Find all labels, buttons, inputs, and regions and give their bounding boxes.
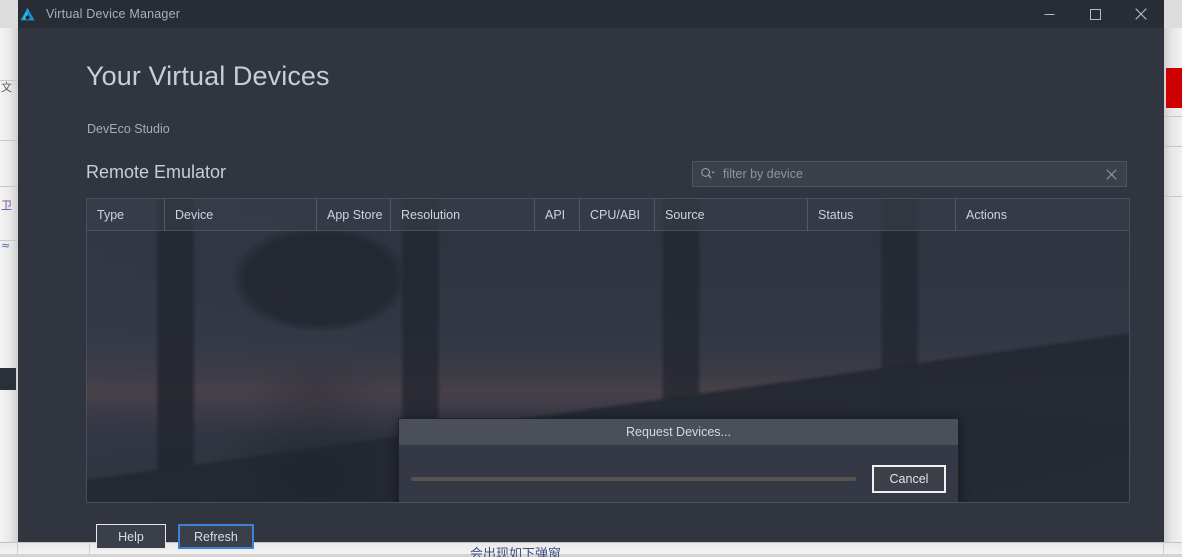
- table-column-header-type[interactable]: Type: [87, 199, 165, 231]
- minimize-icon[interactable]: [1026, 0, 1072, 28]
- window-title: Virtual Device Manager: [46, 7, 180, 21]
- clear-icon[interactable]: [1103, 166, 1119, 182]
- footer-button-group: Help Refresh: [96, 524, 254, 549]
- dialog-title: Request Devices...: [399, 419, 958, 445]
- progress-bar: [411, 477, 856, 481]
- search-placeholder-text: filter by device: [723, 167, 1103, 181]
- table-column-header-api[interactable]: API: [535, 199, 580, 231]
- request-devices-dialog: Request Devices... Cancel: [398, 418, 959, 503]
- search-dropdown-icon[interactable]: [700, 165, 718, 183]
- cancel-button[interactable]: Cancel: [872, 465, 946, 493]
- page-subtitle: DevEco Studio: [87, 122, 170, 136]
- refresh-button[interactable]: Refresh: [178, 524, 254, 549]
- table-column-header-app-store[interactable]: App Store: [317, 199, 391, 231]
- deveco-logo-icon: [14, 0, 40, 28]
- page-title: Your Virtual Devices: [86, 61, 330, 92]
- table-header-row: TypeDeviceApp StoreResolutionAPICPU/ABIS…: [87, 199, 1129, 231]
- window-content: Your Virtual Devices DevEco Studio Remot…: [18, 28, 1164, 542]
- virtual-device-manager-window: Virtual Device Manager Your Virtual Devi…: [18, 0, 1164, 542]
- background-window-left: 文 卫 ≈: [0, 28, 18, 554]
- background-partial-text: 会出现如下弹窗: [470, 543, 730, 557]
- table-column-header-device[interactable]: Device: [165, 199, 317, 231]
- table-column-header-cpu-abi[interactable]: CPU/ABI: [580, 199, 655, 231]
- table-column-header-actions[interactable]: Actions: [956, 199, 1128, 231]
- close-icon[interactable]: [1118, 0, 1164, 28]
- help-button[interactable]: Help: [96, 524, 166, 549]
- background-window-right: [1164, 28, 1182, 554]
- window-controls: [1026, 0, 1164, 28]
- table-column-header-resolution[interactable]: Resolution: [391, 199, 535, 231]
- red-marker: [1166, 68, 1182, 108]
- section-title-remote-emulator: Remote Emulator: [86, 162, 226, 183]
- maximize-icon[interactable]: [1072, 0, 1118, 28]
- window-titlebar[interactable]: Virtual Device Manager: [18, 0, 1164, 28]
- table-column-header-status[interactable]: Status: [808, 199, 956, 231]
- dialog-body: Cancel: [399, 445, 958, 503]
- device-table: TypeDeviceApp StoreResolutionAPICPU/ABIS…: [86, 198, 1130, 503]
- search-input[interactable]: filter by device: [692, 161, 1127, 187]
- table-column-header-source[interactable]: Source: [655, 199, 808, 231]
